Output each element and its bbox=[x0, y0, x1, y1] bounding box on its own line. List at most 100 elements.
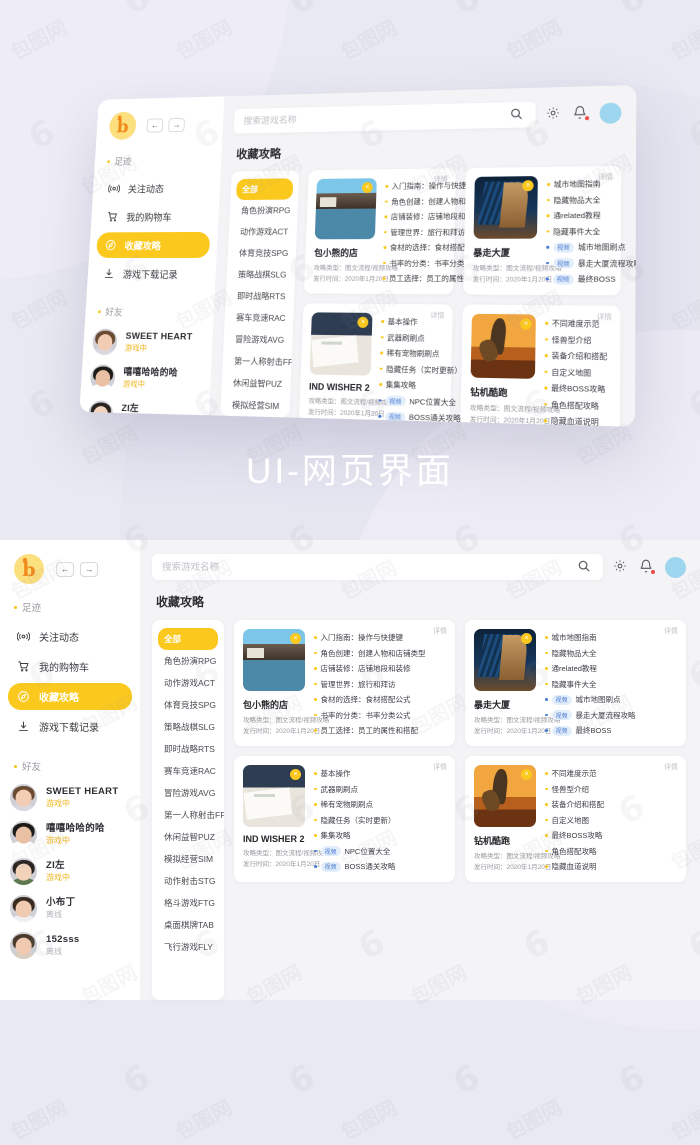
category-item-13[interactable]: 桌面棋牌TAB bbox=[158, 914, 218, 936]
category-item-1[interactable]: 角色扮演RPG bbox=[158, 650, 218, 672]
search-icon[interactable] bbox=[509, 107, 525, 123]
sidebar-item-0[interactable]: 关注动态 bbox=[8, 623, 132, 650]
guide-item[interactable]: 隐藏血道说明 bbox=[544, 415, 610, 427]
category-item-9[interactable]: 休闲益智PUZ bbox=[227, 372, 285, 395]
friend-list-item[interactable]: 嘻嘻哈哈的哈 游戏中 bbox=[80, 359, 211, 398]
detail-link[interactable]: 详情 bbox=[430, 310, 444, 320]
category-item-2[interactable]: 动作游戏ACT bbox=[234, 221, 292, 243]
guide-item[interactable]: 武器刷刷点 bbox=[314, 784, 446, 795]
guide-item[interactable]: 自定义地图 bbox=[545, 815, 677, 826]
category-item-8[interactable]: 第一人称射击FPS bbox=[158, 804, 218, 826]
category-item-3[interactable]: 体育竞技SPG bbox=[158, 694, 218, 716]
remove-favorite-button[interactable]: × bbox=[290, 633, 301, 644]
search-bar[interactable] bbox=[152, 554, 603, 580]
guide-item[interactable]: 自定义地图 bbox=[544, 366, 610, 379]
guide-item[interactable]: 店铺装修：店铺地段和装修 bbox=[384, 211, 446, 222]
category-item-10[interactable]: 模拟经营SIM bbox=[226, 394, 285, 418]
remove-favorite-button[interactable]: × bbox=[290, 769, 301, 780]
category-item-10[interactable]: 模拟经营SIM bbox=[158, 848, 218, 870]
category-item-4[interactable]: 策略战棋SLG bbox=[158, 716, 218, 738]
remove-favorite-button[interactable]: × bbox=[521, 633, 532, 644]
category-item-4[interactable]: 策略战棋SLG bbox=[232, 264, 290, 286]
guide-item[interactable]: 稀有宠物刷刷点 bbox=[380, 347, 443, 359]
guide-item[interactable]: 装备介绍和搭配 bbox=[545, 799, 677, 810]
sidebar-item-3[interactable]: 游戏下载记录 bbox=[8, 713, 132, 740]
gear-icon[interactable] bbox=[546, 106, 563, 122]
guide-card[interactable]: 详情 × IND WISHER 2 攻略类型：图文流程/视频攻略 发行时间：2020年1… bbox=[299, 303, 453, 426]
search-bar[interactable] bbox=[234, 102, 536, 134]
guide-item[interactable]: 视频 最终BOSS bbox=[545, 725, 677, 736]
guide-item[interactable]: 视频 NPC位置大全 bbox=[314, 846, 446, 857]
category-item-5[interactable]: 即时战略RTS bbox=[231, 285, 289, 307]
guide-item[interactable]: 隐藏任务（实时更新） bbox=[380, 363, 443, 375]
guide-item[interactable]: 角色搭配攻略 bbox=[544, 399, 610, 412]
guide-item[interactable]: 视频 城市地图刷点 bbox=[546, 242, 611, 253]
gear-icon[interactable] bbox=[613, 559, 629, 575]
friend-list-item[interactable]: 小布丁 离线 bbox=[0, 890, 140, 927]
guide-card[interactable]: 详情 × 包小熊的店 攻略类型：图文流程/视频攻略 发行时间：2020年1月20日 入门指… bbox=[304, 168, 456, 294]
guide-item[interactable]: 视频 BOSS通关攻略 bbox=[314, 861, 446, 872]
guide-card[interactable]: 详情 × IND WISHER 2 攻略类型：图文流程/视频攻略 发行时间：2020年1… bbox=[234, 756, 455, 882]
guide-item[interactable]: 怪兽型介绍 bbox=[545, 784, 677, 795]
guide-item[interactable]: 角色创建：创建人物和店铺类型 bbox=[385, 196, 447, 207]
guide-item[interactable]: 角色搭配攻略 bbox=[545, 846, 677, 857]
guide-item[interactable]: 最终BOSS攻略 bbox=[545, 830, 677, 841]
guide-item[interactable]: 稀有宠物刷刷点 bbox=[314, 799, 446, 810]
detail-link[interactable]: 详情 bbox=[434, 174, 448, 184]
guide-card[interactable]: 详情 × 钻机酷跑 攻略类型：图文流程/视频攻略 发行时间：2020年1月20日 不同难度… bbox=[460, 305, 620, 427]
remove-favorite-button[interactable]: × bbox=[362, 182, 373, 193]
guide-item[interactable]: 管理世界：旅行和拜访 bbox=[384, 226, 446, 237]
detail-link[interactable]: 详情 bbox=[598, 172, 613, 182]
detail-link[interactable]: 详情 bbox=[433, 626, 447, 636]
guide-item[interactable]: 视频 最终BOSS bbox=[546, 273, 611, 285]
guide-item[interactable]: 武器刷刷点 bbox=[381, 332, 444, 344]
guide-card[interactable]: 详情 × 包小熊的店 攻略类型：图文流程/视频攻略 发行时间：2020年1月20日 入门指… bbox=[234, 620, 455, 746]
guide-item[interactable]: 隐藏事件大全 bbox=[546, 226, 611, 238]
guide-item[interactable]: 装备介绍和搭配 bbox=[545, 350, 611, 363]
remove-favorite-button[interactable]: × bbox=[522, 180, 533, 191]
guide-item[interactable]: 基本操作 bbox=[314, 768, 446, 779]
guide-item[interactable]: 店铺装修：店铺地段和装修 bbox=[314, 663, 446, 674]
guide-item[interactable]: 员工选择：员工的属性和搭配 bbox=[314, 725, 446, 736]
remove-favorite-button[interactable]: × bbox=[520, 318, 532, 329]
guide-item[interactable]: 通related教程 bbox=[545, 663, 677, 674]
friend-list-item[interactable]: SWEET HEART 游戏中 bbox=[0, 779, 140, 816]
friend-list-item[interactable]: ZI左 游戏中 bbox=[79, 395, 209, 427]
app-logo[interactable]: b bbox=[109, 112, 137, 140]
category-item-3[interactable]: 体育竞技SPG bbox=[233, 242, 291, 264]
sidebar-item-1[interactable]: 我的购物车 bbox=[98, 203, 212, 229]
guide-item[interactable]: 最终BOSS攻略 bbox=[544, 382, 610, 395]
guide-item[interactable]: 集集攻略 bbox=[314, 830, 446, 841]
search-input[interactable] bbox=[162, 562, 577, 573]
category-item-0[interactable]: 全部 bbox=[158, 628, 218, 650]
search-icon[interactable] bbox=[577, 559, 593, 575]
sidebar-item-1[interactable]: 我的购物车 bbox=[8, 653, 132, 680]
back-button[interactable]: ← bbox=[56, 562, 74, 577]
detail-link[interactable]: 详情 bbox=[664, 762, 678, 772]
guide-item[interactable]: 书率的分类：书率分类公式 bbox=[314, 710, 446, 721]
category-item-7[interactable]: 冒险游戏AVG bbox=[229, 328, 287, 351]
bell-icon[interactable] bbox=[573, 105, 590, 121]
guide-item[interactable]: 书率的分类：书率分类公式 bbox=[383, 258, 445, 269]
guide-item[interactable]: 隐藏血道说明 bbox=[545, 861, 677, 872]
guide-card[interactable]: 详情 × 暴走大厦 攻略类型：图文流程/视频攻略 发行时间：2020年1月20日 城市地图… bbox=[463, 166, 621, 296]
category-item-5[interactable]: 即时战略RTS bbox=[158, 738, 218, 760]
remove-favorite-button[interactable]: × bbox=[357, 317, 368, 328]
category-item-12[interactable]: 格斗游戏FTG bbox=[158, 892, 218, 914]
guide-item[interactable]: 食材的选择：食材搭配公式 bbox=[314, 694, 446, 705]
guide-item[interactable]: 视频 NPC位置大全 bbox=[379, 395, 442, 408]
guide-card[interactable]: 详情 × 钻机酷跑 攻略类型：图文流程/视频攻略 发行时间：2020年1月20日 不同难度… bbox=[465, 756, 686, 882]
sidebar-item-3[interactable]: 游戏下载记录 bbox=[94, 261, 209, 287]
forward-button[interactable]: → bbox=[80, 562, 98, 577]
guide-item[interactable]: 视频 BOSS通关攻略 bbox=[378, 411, 441, 424]
guide-item[interactable]: 食材的选择：食材搭配公式 bbox=[383, 242, 445, 253]
guide-item[interactable]: 怪兽型介绍 bbox=[545, 334, 611, 346]
category-item-8[interactable]: 第一人称射击FPS bbox=[228, 350, 286, 373]
friend-list-item[interactable]: ZI左 游戏中 bbox=[0, 853, 140, 890]
guide-item[interactable]: 员工选择：员工的属性和搭配 bbox=[382, 273, 444, 284]
category-item-11[interactable]: 动作射击STG bbox=[158, 870, 218, 892]
forward-button[interactable]: → bbox=[168, 117, 185, 131]
category-item-6[interactable]: 赛车竞速RAC bbox=[230, 307, 288, 329]
guide-item[interactable]: 隐藏物品大全 bbox=[547, 194, 612, 206]
guide-item[interactable]: 管理世界：旅行和拜访 bbox=[314, 679, 446, 690]
